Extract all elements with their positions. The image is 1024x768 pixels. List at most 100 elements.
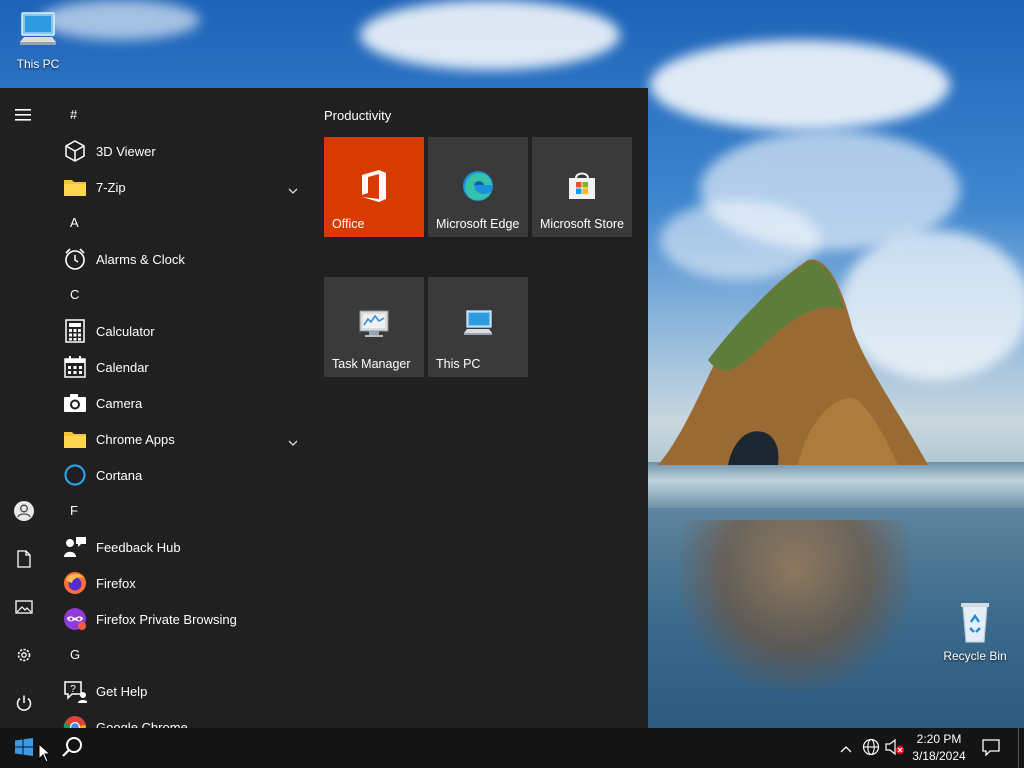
desktop-icon-recycle-bin[interactable]: Recycle Bin xyxy=(937,600,1013,663)
app-calculator[interactable]: Calculator xyxy=(56,313,306,349)
tile-label: Microsoft Store xyxy=(540,217,625,231)
pictures-button[interactable] xyxy=(0,588,48,628)
tile-label: Microsoft Edge xyxy=(436,217,520,231)
folder-icon xyxy=(63,175,87,199)
tile-this-pc[interactable]: This PC xyxy=(428,277,528,377)
app-get-help[interactable]: ? Get Help xyxy=(56,673,306,709)
clock[interactable]: 2:20 PM 3/18/2024 xyxy=(904,731,974,765)
search-icon xyxy=(61,736,83,761)
action-center-icon xyxy=(982,738,1000,759)
app-feedback-hub[interactable]: Feedback Hub xyxy=(56,529,306,565)
camera-icon xyxy=(63,391,87,415)
app-label: Chrome Apps xyxy=(96,431,175,447)
chevron-down-icon[interactable] xyxy=(288,434,298,449)
documents-icon xyxy=(16,549,32,571)
task-manager-icon xyxy=(357,309,391,342)
3d-viewer-icon xyxy=(63,139,87,163)
app-label: Cortana xyxy=(96,467,143,483)
clock-date: 3/18/2024 xyxy=(912,749,966,763)
network-icon xyxy=(862,738,880,759)
recycle-bin-icon xyxy=(937,600,1013,647)
tiles-area: Productivity Office Microsoft Edge Micro… xyxy=(324,88,648,728)
tile-group-title[interactable]: Productivity xyxy=(324,108,391,123)
volume-muted-icon xyxy=(885,738,905,759)
folder-icon xyxy=(63,427,87,451)
show-desktop-button[interactable] xyxy=(1018,728,1024,768)
clock-time: 2:20 PM xyxy=(916,732,962,746)
desktop-icon-label: Recycle Bin xyxy=(943,649,1007,663)
action-center-button[interactable] xyxy=(976,728,1006,768)
user-account-button[interactable] xyxy=(0,492,48,532)
group-header-f[interactable]: F xyxy=(56,493,306,529)
rock-arch xyxy=(658,259,928,465)
app-label: Feedback Hub xyxy=(96,539,181,555)
desktop-icon-this-pc[interactable]: This PC xyxy=(0,10,76,71)
volume-button[interactable] xyxy=(884,728,906,768)
rock-reflection xyxy=(680,520,910,690)
all-apps-list[interactable]: # 3D Viewer 7-Zip A Alarms & Clock C Cal… xyxy=(56,88,306,728)
app-label: 7-Zip xyxy=(96,179,126,195)
settings-icon xyxy=(15,646,33,667)
power-icon xyxy=(15,694,33,715)
taskbar: 2:20 PM 3/18/2024 xyxy=(0,728,1024,768)
tile-office[interactable]: Office xyxy=(324,137,424,237)
app-label: Alarms & Clock xyxy=(96,251,185,267)
app-cortana[interactable]: Cortana xyxy=(56,457,306,493)
chevron-up-icon xyxy=(840,741,852,756)
tile-label: This PC xyxy=(436,357,481,371)
firefox-icon xyxy=(63,571,87,595)
cortana-icon xyxy=(63,463,87,487)
get-help-icon: ? xyxy=(63,679,87,703)
calendar-icon xyxy=(63,355,87,379)
this-pc-icon xyxy=(0,10,76,55)
calculator-icon xyxy=(63,319,87,343)
app-label: Firefox Private Browsing xyxy=(96,611,237,627)
app-folder-7zip[interactable]: 7-Zip xyxy=(56,169,306,205)
app-camera[interactable]: Camera xyxy=(56,385,306,421)
pictures-icon xyxy=(15,599,33,618)
documents-button[interactable] xyxy=(0,540,48,580)
expand-menu-button[interactable] xyxy=(0,96,48,136)
tile-label: Task Manager xyxy=(332,357,411,371)
edge-icon xyxy=(461,169,495,206)
app-firefox-private[interactable]: Firefox Private Browsing xyxy=(56,601,306,637)
app-alarms-clock[interactable]: Alarms & Clock xyxy=(56,241,306,277)
app-label: Calendar xyxy=(96,359,149,375)
office-icon xyxy=(359,169,389,206)
app-label: Firefox xyxy=(96,575,136,591)
app-firefox[interactable]: Firefox xyxy=(56,565,306,601)
tile-label: Office xyxy=(332,217,365,231)
menu-icon xyxy=(15,108,33,125)
alarm-clock-icon xyxy=(63,247,87,271)
group-header-a[interactable]: A xyxy=(56,205,306,241)
group-header-g[interactable]: G xyxy=(56,637,306,673)
power-button[interactable] xyxy=(0,684,48,724)
tile-microsoft-store[interactable]: Microsoft Store xyxy=(532,137,632,237)
chevron-down-icon[interactable] xyxy=(288,182,298,197)
windows-logo-icon xyxy=(15,737,33,759)
show-hidden-icons-button[interactable] xyxy=(836,728,856,768)
group-header-c[interactable]: C xyxy=(56,277,306,313)
app-label: Camera xyxy=(96,395,143,411)
desktop-icon-label: This PC xyxy=(16,57,60,71)
app-google-chrome[interactable]: Google Chrome xyxy=(56,709,306,728)
network-button[interactable] xyxy=(860,728,882,768)
app-calendar[interactable]: Calendar xyxy=(56,349,306,385)
app-folder-chrome-apps[interactable]: Chrome Apps xyxy=(56,421,306,457)
group-header-hash[interactable]: # xyxy=(56,97,306,133)
tile-task-manager[interactable]: Task Manager xyxy=(324,277,424,377)
app-label: Get Help xyxy=(96,683,148,699)
app-label: Calculator xyxy=(96,323,155,339)
this-pc-icon xyxy=(461,309,495,342)
firefox-private-icon xyxy=(63,607,87,631)
chrome-icon xyxy=(63,715,87,728)
app-label: Google Chrome xyxy=(96,719,188,729)
app-label: 3D Viewer xyxy=(96,143,156,159)
search-button[interactable] xyxy=(48,728,96,768)
store-icon xyxy=(566,169,598,204)
tile-microsoft-edge[interactable]: Microsoft Edge xyxy=(428,137,528,237)
user-icon xyxy=(13,500,35,525)
feedback-hub-icon xyxy=(63,535,87,559)
app-3d-viewer[interactable]: 3D Viewer xyxy=(56,133,306,169)
settings-button[interactable] xyxy=(0,636,48,676)
